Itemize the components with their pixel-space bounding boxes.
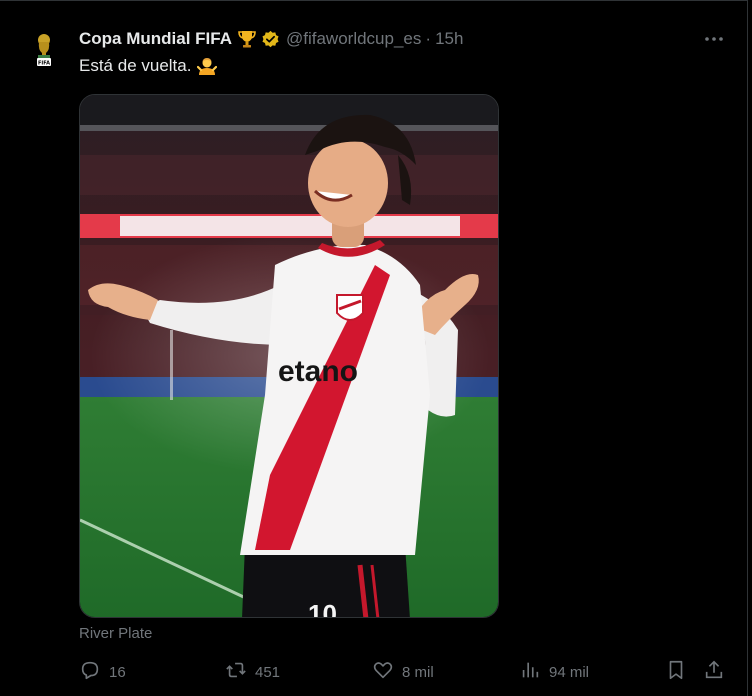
repost-icon [225, 659, 247, 685]
account-name[interactable]: Copa Mundial FIFA [79, 29, 232, 49]
tweet-body: Está de vuelta. [79, 56, 192, 75]
shirt-sponsor: etano [278, 355, 358, 388]
shorts-number: 10 [308, 599, 337, 618]
more-horizontal-icon[interactable] [702, 27, 726, 51]
account-avatar[interactable]: FIFA [24, 28, 64, 68]
like-button[interactable]: 8 mil [372, 659, 434, 685]
trophy-icon [237, 29, 257, 49]
tweet-container: FIFA Copa Mundial FIFA @fifaworldcup_es … [0, 0, 748, 696]
person-shrugging-icon [197, 56, 218, 76]
reply-button[interactable]: 16 [79, 659, 126, 685]
tweet-photo[interactable]: etano 10 [79, 94, 499, 618]
account-handle[interactable]: @fifaworldcup_es [286, 29, 421, 49]
reply-icon [79, 659, 101, 685]
like-icon [372, 659, 394, 685]
repost-button[interactable]: 451 [225, 659, 280, 685]
photo-source-label: River Plate [79, 625, 153, 642]
views-count: 94 mil [549, 663, 590, 681]
verified-badge-icon[interactable] [261, 30, 280, 49]
tweet-timestamp[interactable]: 15h [435, 29, 463, 49]
avatar-text: FIFA [38, 61, 50, 67]
repost-count: 451 [255, 663, 281, 681]
views-icon [519, 659, 541, 685]
reply-count: 16 [109, 663, 126, 681]
share-button[interactable] [703, 659, 725, 685]
tweet-text: Está de vuelta. [79, 56, 218, 76]
separator-dot: · [425, 29, 432, 48]
views-button[interactable]: 94 mil [519, 659, 589, 685]
bookmark-button[interactable] [665, 659, 687, 685]
tweet-actions: 16 451 8 mil 94 mil [79, 659, 729, 685]
share-icon [703, 659, 725, 685]
player-photo: etano 10 [80, 95, 498, 618]
like-count: 8 mil [402, 663, 434, 681]
tweet-header: Copa Mundial FIFA @fifaworldcup_es · 15h [79, 28, 463, 50]
bookmark-icon [665, 659, 687, 685]
fifa-trophy-logo: FIFA [24, 28, 64, 68]
